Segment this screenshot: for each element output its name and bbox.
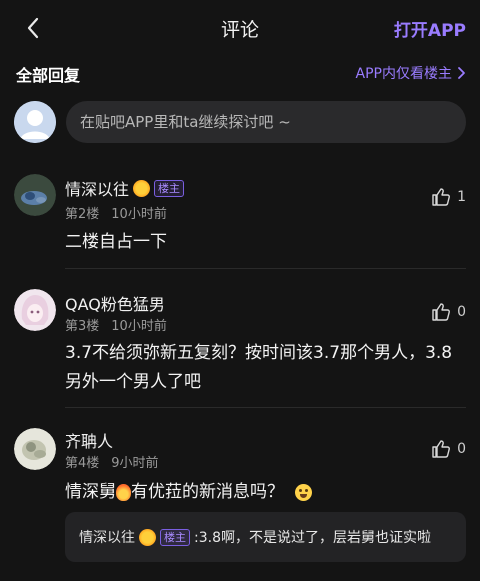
chevron-left-icon bbox=[27, 17, 39, 39]
thumbs-up-icon bbox=[432, 440, 451, 458]
thumbs-up-icon bbox=[432, 303, 451, 321]
like-count: 0 bbox=[457, 441, 466, 457]
reply-bar: 在贴吧APP里和ta继续探讨吧 ~ bbox=[0, 98, 480, 148]
comment-text-part: 情深舅 bbox=[65, 482, 116, 502]
timestamp: 9小时前 bbox=[111, 456, 159, 471]
comment-text: 情深舅 有优菈的新消息吗？ bbox=[65, 478, 464, 507]
comment-meta: 第3楼 10小时前 bbox=[65, 315, 167, 334]
top-bar: 评论 打开APP bbox=[0, 0, 480, 56]
only-lz-label: APP内仅看楼主 bbox=[355, 66, 452, 82]
sub-reply-text: :3.8啊，不是说过了，层岩舅也证实啦 bbox=[194, 530, 431, 546]
back-button[interactable] bbox=[20, 14, 48, 42]
default-avatar-icon bbox=[14, 101, 56, 143]
comment-meta: 第4楼 9小时前 bbox=[65, 452, 159, 471]
comment-text: 二楼自占一下 bbox=[65, 232, 167, 252]
sub-reply[interactable]: 情深以往 楼主 :3.8啊，不是说过了，层岩舅也证实啦 bbox=[65, 512, 466, 562]
only-lz-link[interactable]: APP内仅看楼主 bbox=[356, 63, 466, 83]
sun-icon bbox=[133, 179, 151, 197]
section-title: 全部回复 bbox=[16, 66, 81, 85]
divider bbox=[65, 407, 466, 408]
avatar bbox=[14, 289, 56, 331]
avatar bbox=[14, 101, 56, 143]
like-button[interactable]: 1 bbox=[431, 187, 466, 207]
divider bbox=[65, 268, 466, 269]
chevron-right-icon bbox=[458, 67, 465, 79]
fire-emoji-icon bbox=[116, 483, 131, 501]
comment-meta: 第2楼 10小时前 bbox=[65, 203, 167, 222]
like-button[interactable]: 0 bbox=[431, 439, 466, 459]
floor-number: 第2楼 bbox=[65, 207, 100, 222]
comment-text: 3.7不给须弥新五复刻？按时间该3.7那个男人，3.8另外一个男人了吧 bbox=[65, 343, 453, 392]
like-count: 1 bbox=[457, 189, 466, 205]
timestamp: 10小时前 bbox=[111, 207, 167, 222]
floor-number: 第4楼 bbox=[65, 456, 100, 471]
username[interactable]: 情深以往 楼主 bbox=[65, 176, 185, 200]
floor-number: 第3楼 bbox=[65, 319, 100, 334]
timestamp: 10小时前 bbox=[111, 319, 167, 334]
open-app-button[interactable]: 打开APP bbox=[394, 16, 466, 41]
username-text: 情深以往 bbox=[65, 180, 130, 199]
section-header: 全部回复 APP内仅看楼主 bbox=[0, 58, 480, 88]
user-avatar-image bbox=[14, 289, 56, 331]
like-count: 0 bbox=[457, 304, 466, 320]
lz-badge: 楼主 bbox=[160, 528, 190, 546]
lz-badge: 楼主 bbox=[154, 179, 185, 197]
user-avatar-image bbox=[14, 428, 56, 470]
smile-emoji-icon bbox=[295, 483, 313, 501]
sub-reply-author[interactable]: 情深以往 bbox=[79, 527, 135, 547]
avatar bbox=[14, 174, 56, 216]
reply-input[interactable]: 在贴吧APP里和ta继续探讨吧 ~ bbox=[66, 101, 466, 143]
username[interactable]: 齐聃人 bbox=[65, 428, 113, 452]
avatar bbox=[14, 428, 56, 470]
like-button[interactable]: 0 bbox=[431, 302, 466, 322]
sun-icon bbox=[139, 528, 156, 546]
user-avatar-image bbox=[14, 174, 56, 216]
comment-text-part: 有优菈的新消息吗？ bbox=[131, 482, 284, 502]
username[interactable]: QAQ粉色猛男 bbox=[65, 291, 165, 315]
username-text: QAQ粉色猛男 bbox=[65, 295, 165, 314]
username-text: 齐聃人 bbox=[65, 432, 114, 451]
thumbs-up-icon bbox=[432, 188, 451, 206]
